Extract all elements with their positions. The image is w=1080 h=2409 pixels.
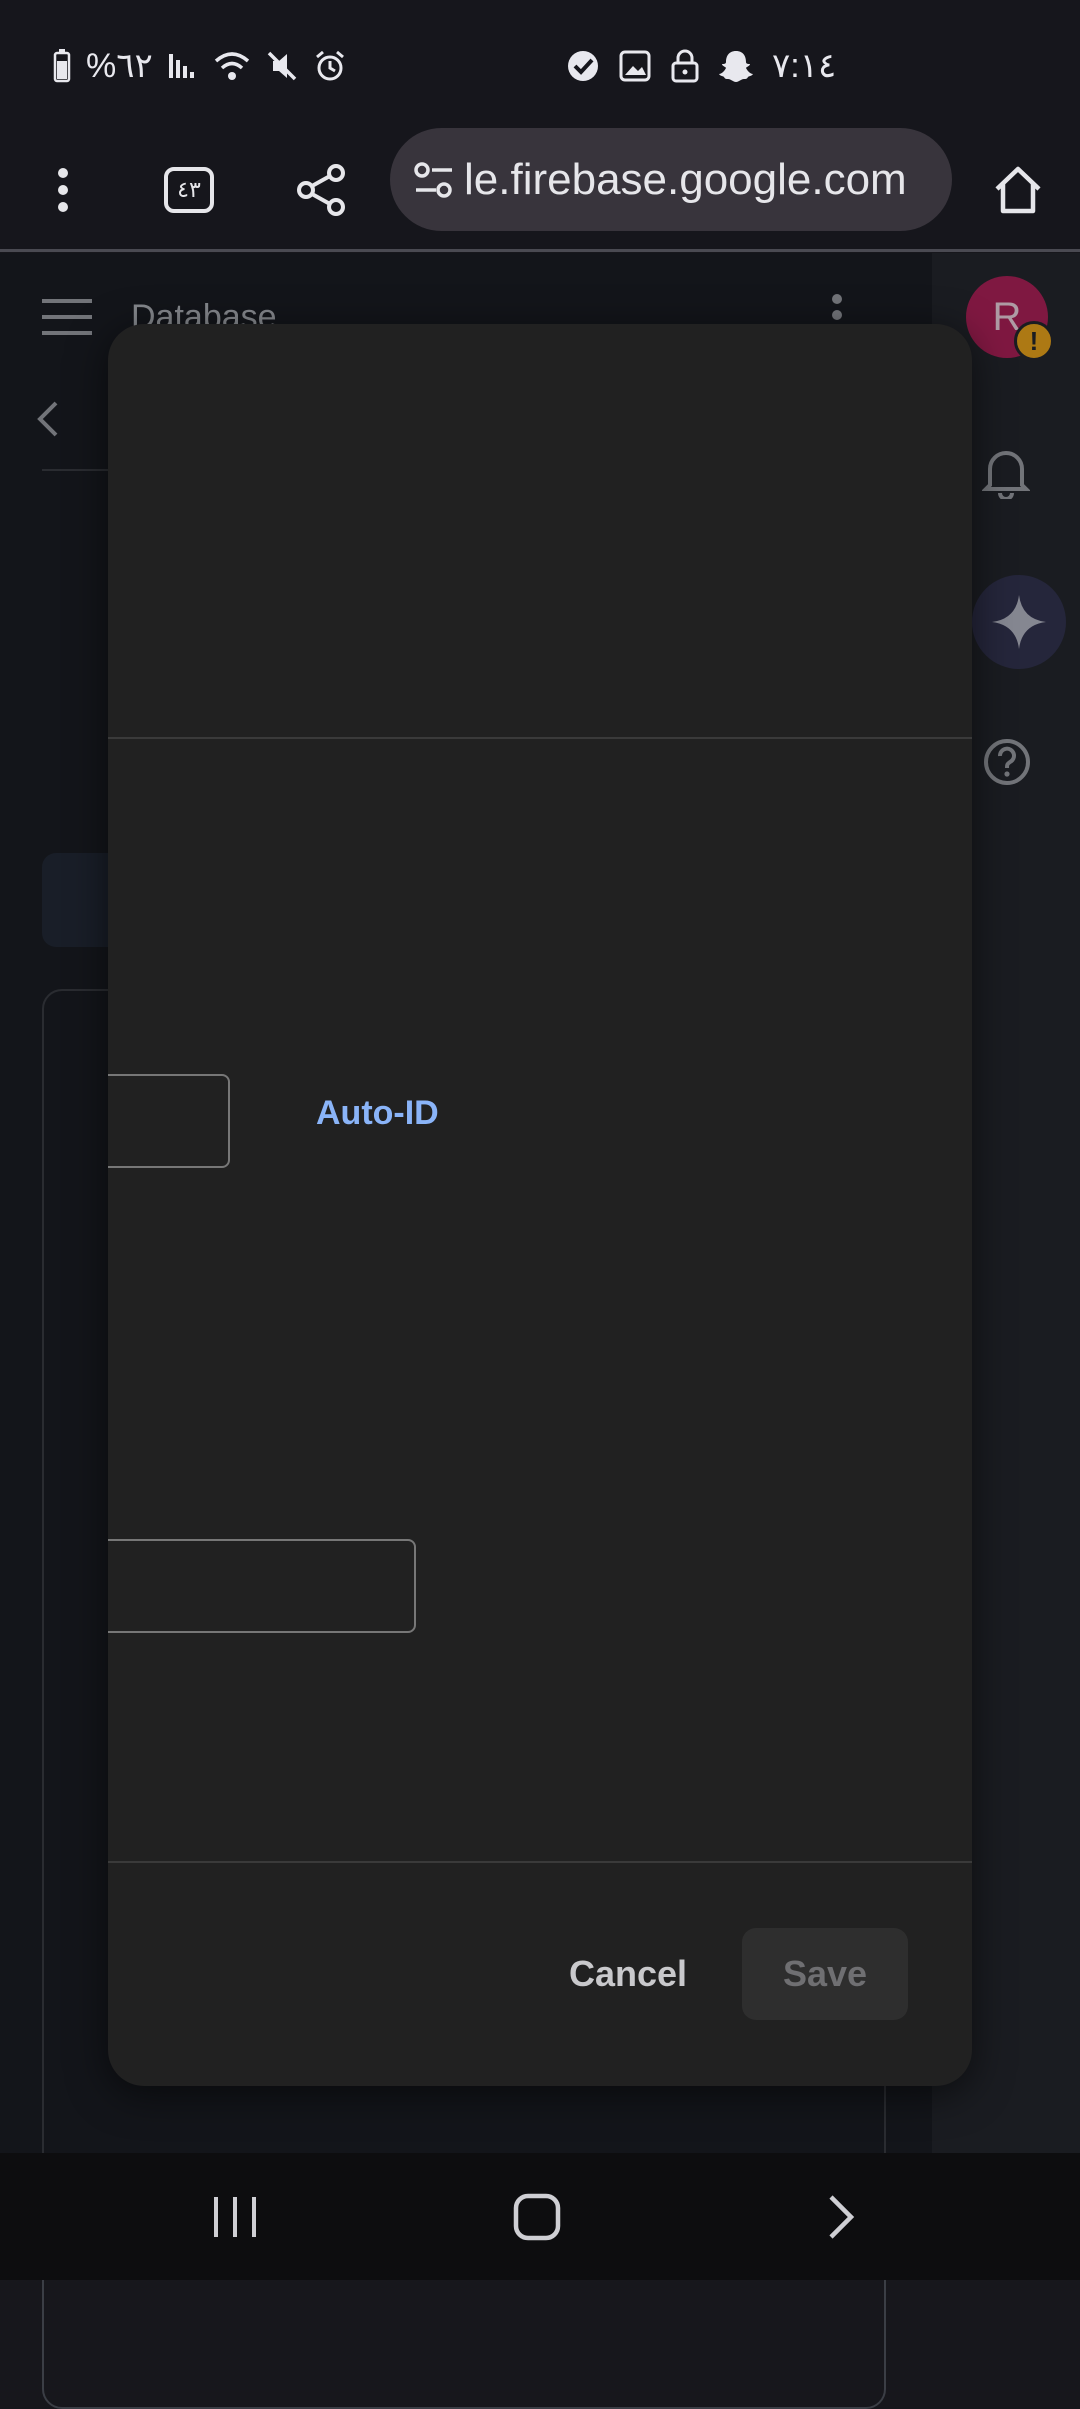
dialog-divider-bottom bbox=[108, 1861, 972, 1863]
alarm-icon bbox=[315, 50, 344, 81]
tab-count-icon: ٤٣ bbox=[164, 167, 214, 213]
url-text: le.firebase.google.com bbox=[464, 154, 907, 204]
signal-icon bbox=[168, 54, 194, 78]
check-circle-icon bbox=[568, 51, 598, 81]
battery-icon bbox=[53, 49, 71, 83]
chevron-right-icon bbox=[829, 2194, 855, 2239]
back-nav-button[interactable] bbox=[816, 2153, 866, 2280]
status-center: ٧:١٤ bbox=[566, 46, 836, 86]
snapchat-icon bbox=[719, 51, 753, 82]
dialog-divider-top bbox=[108, 737, 972, 739]
add-document-dialog: Auto-ID Cancel Save bbox=[108, 324, 972, 2086]
home-nav-button[interactable] bbox=[506, 2153, 568, 2280]
tab-switcher-button[interactable]: ٤٣ bbox=[158, 128, 220, 252]
status-left: %٦٢ bbox=[52, 46, 347, 86]
mute-icon bbox=[267, 51, 297, 81]
auto-id-button[interactable]: Auto-ID bbox=[316, 1094, 439, 1133]
share-button[interactable] bbox=[290, 128, 352, 252]
browser-toolbar: ٤٣ le.firebase.google.com bbox=[0, 128, 1080, 252]
cancel-button[interactable]: Cancel bbox=[548, 1928, 708, 2020]
home-icon bbox=[995, 166, 1041, 214]
gallery-icon bbox=[619, 50, 651, 82]
browser-menu-button[interactable] bbox=[30, 128, 96, 252]
url-bar[interactable]: le.firebase.google.com bbox=[390, 128, 952, 231]
battery-percent: %٦٢ bbox=[86, 47, 153, 85]
system-nav-bar bbox=[0, 2153, 1080, 2280]
home-button[interactable] bbox=[988, 128, 1048, 252]
site-settings-icon bbox=[414, 161, 452, 198]
tab-count: ٤٣ bbox=[177, 177, 201, 202]
document-id-input[interactable] bbox=[108, 1074, 230, 1168]
status-bar: %٦٢ ٧:١٤ bbox=[0, 0, 1080, 128]
field-value-input[interactable] bbox=[108, 1539, 416, 1633]
more-vert-icon bbox=[58, 168, 68, 212]
wifi-icon bbox=[214, 52, 249, 80]
home-circle-icon bbox=[513, 2193, 561, 2240]
recent-apps-button[interactable] bbox=[200, 2153, 270, 2280]
share-icon bbox=[297, 164, 345, 216]
recents-icon bbox=[214, 2196, 256, 2237]
clock: ٧:١٤ bbox=[772, 47, 837, 85]
lock-icon bbox=[671, 49, 699, 83]
save-button[interactable]: Save bbox=[742, 1928, 908, 2020]
